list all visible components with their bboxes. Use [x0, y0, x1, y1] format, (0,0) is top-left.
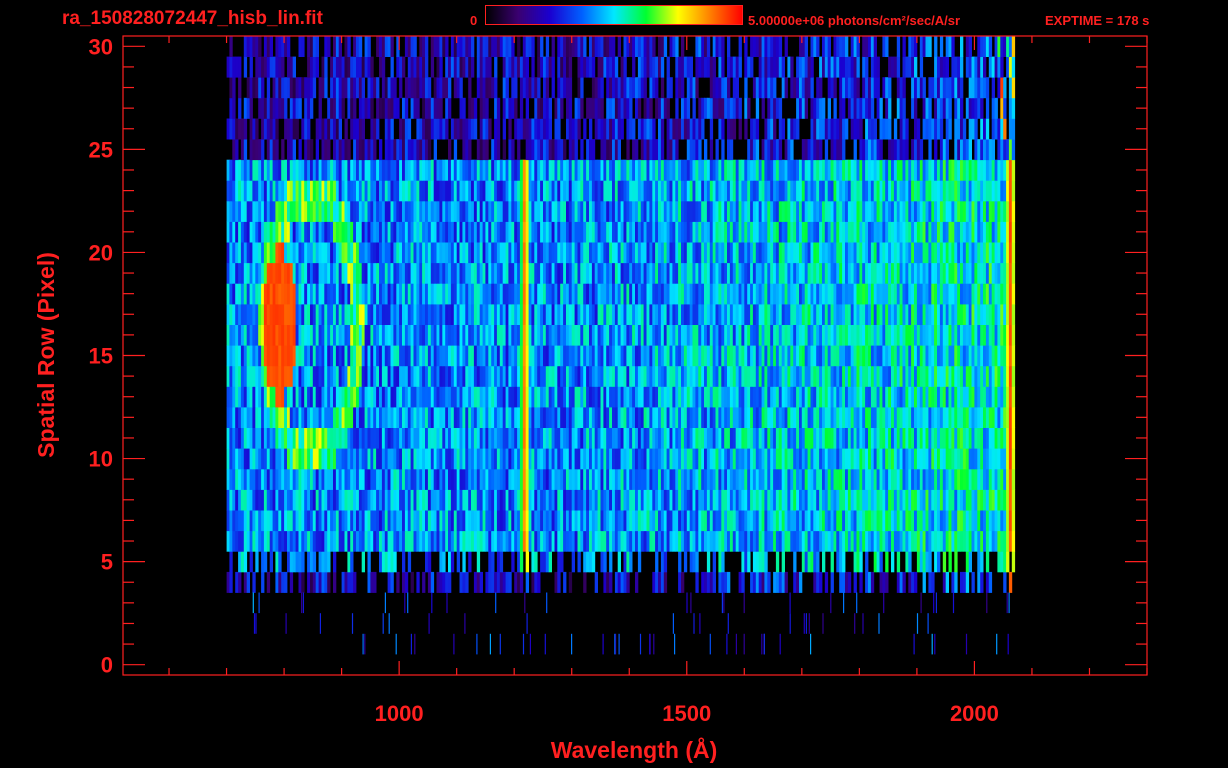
heatmap-image — [226, 36, 1016, 655]
y-tick-label: 15 — [89, 344, 113, 369]
x-tick-label: 1000 — [375, 701, 424, 726]
y-tick-label: 30 — [89, 34, 113, 59]
x-tick-label: 2000 — [950, 701, 999, 726]
colorbar — [485, 5, 743, 25]
y-axis-label: Spatial Row (Pixel) — [33, 252, 59, 458]
colorbar-min-label: 0 — [470, 13, 478, 28]
y-tick-label: 5 — [101, 550, 113, 575]
exposure-time-label: EXPTIME = 178 s — [1045, 13, 1150, 28]
y-tick-label: 20 — [89, 240, 113, 265]
y-tick-label: 25 — [89, 137, 113, 162]
y-tick-label: 0 — [101, 653, 113, 678]
file-name-title: ra_150828072447_hisb_lin.fit — [62, 8, 323, 29]
colorbar-max-label: 5.00000e+06 photons/cm²/sec/A/sr — [748, 13, 961, 28]
spectrum-plot: 1000 1500 2000051015202530 Wavelength (Å) … — [33, 34, 1148, 763]
y-tick-label: 10 — [89, 447, 113, 472]
x-tick-label: 1500 — [662, 701, 711, 726]
x-axis-label: Wavelength (Å) — [551, 736, 718, 763]
